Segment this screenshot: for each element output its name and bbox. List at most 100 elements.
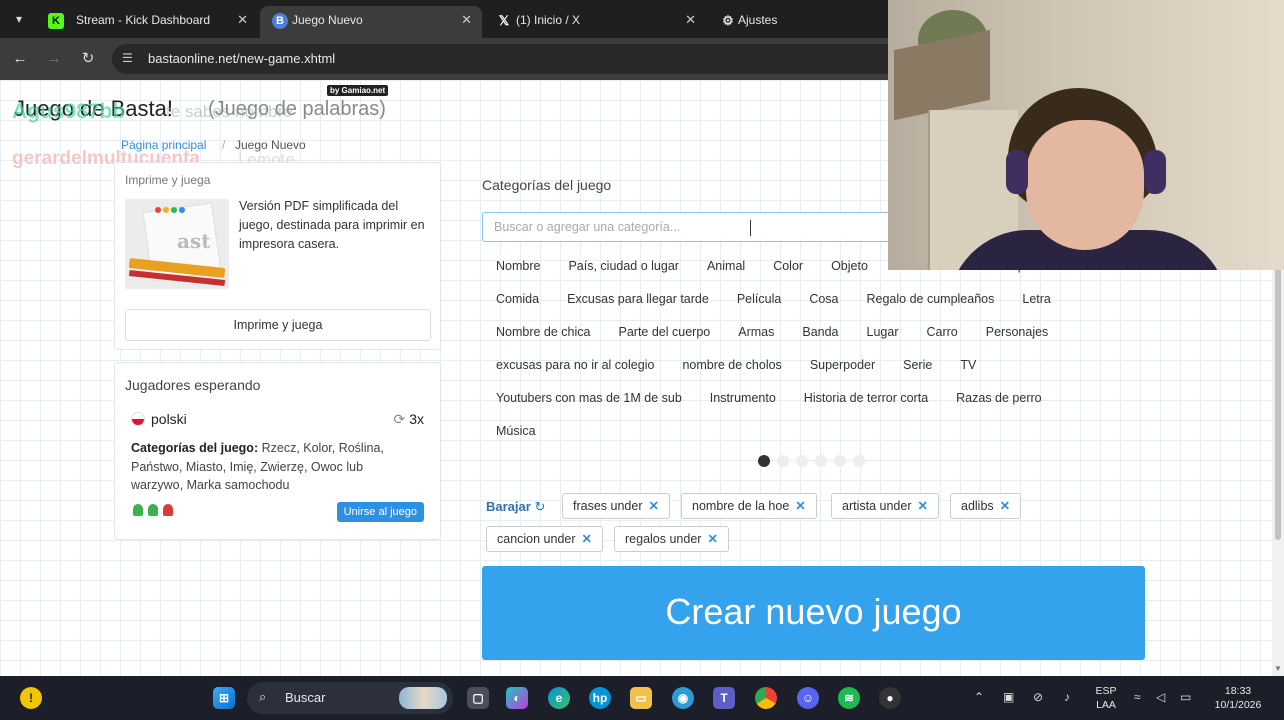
taskbar-search[interactable]: ⌕ Buscar	[247, 682, 453, 714]
clock[interactable]: 18:33 10/1/2026	[1206, 684, 1270, 712]
category-option[interactable]: Personajes	[972, 320, 1063, 344]
print-and-play-button[interactable]: Imprime y juega	[125, 309, 431, 341]
tab-x-inicio[interactable]: 𝕏 (1) Inicio / X ✕	[484, 6, 706, 38]
category-option[interactable]: Objeto	[817, 254, 882, 278]
remove-icon[interactable]: ✕	[795, 499, 805, 513]
category-option[interactable]: Excusas para llegar tarde	[553, 287, 723, 311]
teams-icon[interactable]: T	[713, 687, 735, 709]
basta-icon: B	[272, 13, 288, 29]
close-icon[interactable]: ✕	[461, 12, 472, 28]
clock-date: 10/1/2026	[1214, 699, 1262, 711]
gear-icon: ⚙	[722, 13, 734, 28]
hp-icon[interactable]: hp	[589, 687, 611, 709]
category-option[interactable]: Serie	[889, 353, 946, 377]
category-option[interactable]: excusas para no ir al colegio	[482, 353, 668, 377]
chevron-up-icon[interactable]: ⌃	[974, 690, 984, 704]
category-option[interactable]: Regalo de cumpleaños	[853, 287, 1009, 311]
widgets-icon[interactable]: !	[20, 687, 42, 709]
pagination-dot[interactable]	[796, 455, 808, 467]
close-icon[interactable]: ✕	[685, 12, 696, 28]
category-option[interactable]: Comida	[482, 287, 553, 311]
x-icon: 𝕏	[498, 13, 510, 28]
category-option[interactable]: Música	[482, 419, 550, 443]
selected-category-chip: adlibs ✕	[950, 493, 1022, 519]
category-search-input[interactable]	[482, 212, 902, 242]
category-option[interactable]: Película	[723, 287, 795, 311]
tab-kick-dashboard[interactable]: K Stream - Kick Dashboard ✕	[36, 6, 258, 38]
category-option[interactable]: Nombre	[482, 254, 554, 278]
category-option[interactable]: Superpoder	[796, 353, 889, 377]
category-option[interactable]: Color	[759, 254, 817, 278]
remove-icon[interactable]: ✕	[707, 532, 717, 546]
url-text: bastaonline.net/new-game.xhtml	[148, 51, 336, 66]
obs-icon[interactable]: ●	[879, 687, 901, 709]
shuffle-button[interactable]: Barajar ↻	[486, 499, 545, 515]
spotify-icon[interactable]: ≋	[838, 687, 860, 709]
battery-icon[interactable]: ▭	[1180, 690, 1191, 704]
pagination-dot[interactable]	[777, 455, 789, 467]
category-option[interactable]: Instrumento	[696, 386, 790, 410]
pagination-dot[interactable]	[834, 455, 846, 467]
language-label: polski	[151, 411, 187, 427]
file-explorer-icon[interactable]: ▭	[630, 687, 652, 709]
category-option[interactable]: TV	[946, 353, 990, 377]
category-option[interactable]: Historia de terror corta	[790, 386, 942, 410]
category-option[interactable]: Razas de perro	[942, 386, 1055, 410]
category-option[interactable]: Animal	[693, 254, 759, 278]
search-highlight-image	[399, 687, 447, 709]
pagination-dot[interactable]	[853, 455, 865, 467]
tab-label: Juego Nuevo	[292, 13, 363, 27]
tab-juego-nuevo[interactable]: B Juego Nuevo ✕	[260, 6, 482, 38]
category-option[interactable]: Parte del cuerpo	[605, 320, 725, 344]
windows-start-icon[interactable]: ⊞	[213, 687, 235, 709]
category-option[interactable]: nombre de cholos	[668, 353, 795, 377]
discord-icon[interactable]: ☺	[797, 687, 819, 709]
site-info-icon[interactable]: ☰	[122, 51, 133, 65]
wifi-icon[interactable]: ≈	[1134, 690, 1141, 704]
microphone-icon[interactable]: ♪	[1064, 690, 1070, 704]
remove-icon[interactable]: ✕	[917, 499, 927, 513]
search-icon: ⌕	[259, 689, 267, 704]
keyboard-layout: LAA	[1096, 699, 1116, 711]
create-new-game-button[interactable]: Crear nuevo juego	[482, 566, 1145, 660]
tab-search-menu-icon[interactable]: ▾	[8, 8, 30, 30]
chrome-icon[interactable]	[755, 687, 777, 709]
remove-icon[interactable]: ✕	[648, 499, 658, 513]
close-icon[interactable]: ✕	[237, 12, 248, 28]
forward-icon[interactable]: →	[44, 49, 64, 69]
chip-label: adlibs	[961, 499, 994, 513]
pagination-dot[interactable]	[815, 455, 827, 467]
task-view-icon[interactable]: ▢	[467, 687, 489, 709]
browser-app-icon[interactable]: ◉	[672, 687, 694, 709]
edge-icon[interactable]: e	[548, 687, 570, 709]
category-option[interactable]: Banda	[788, 320, 852, 344]
back-icon[interactable]: ←	[10, 49, 30, 69]
category-row: excusas para no ir al colegio nombre de c…	[482, 353, 990, 377]
volume-icon[interactable]: ◁	[1156, 690, 1165, 704]
category-option[interactable]: País, ciudad o lugar	[554, 254, 693, 278]
category-option[interactable]: Lugar	[853, 320, 913, 344]
pagination-dot[interactable]	[758, 455, 770, 467]
breadcrumb-home-link[interactable]: Página principal	[121, 138, 206, 152]
reload-icon[interactable]: ↻	[78, 49, 98, 69]
remove-icon[interactable]: ✕	[1000, 499, 1010, 513]
language-indicator[interactable]: ESP LAA	[1090, 684, 1122, 712]
mute-icon[interactable]: ⊘	[1033, 690, 1043, 704]
selected-category-chip: nombre de la hoe ✕	[681, 493, 817, 519]
tray-app-icon[interactable]: ▣	[1003, 690, 1014, 704]
category-option[interactable]: Letra	[1008, 287, 1065, 311]
join-game-button[interactable]: Unirse al juego	[336, 502, 424, 522]
category-option[interactable]: Cosa	[795, 287, 852, 311]
scroll-down-icon[interactable]: ▼	[1274, 664, 1282, 673]
category-option[interactable]: Nombre de chica	[482, 320, 605, 344]
category-search-field[interactable]	[483, 213, 901, 241]
category-option[interactable]: Carro	[913, 320, 972, 344]
category-option[interactable]: Youtubers con mas de 1M de sub	[482, 386, 696, 410]
copilot-icon[interactable]: ◐	[506, 687, 528, 709]
remove-icon[interactable]: ✕	[582, 532, 592, 546]
stream-chat-user: Agus987bb	[12, 100, 126, 123]
category-option[interactable]: Armas	[724, 320, 788, 344]
tab-label: Ajustes	[738, 13, 778, 27]
tab-ajustes[interactable]: ⚙ Ajustes	[708, 6, 888, 38]
chip-label: regalos under	[625, 532, 702, 546]
